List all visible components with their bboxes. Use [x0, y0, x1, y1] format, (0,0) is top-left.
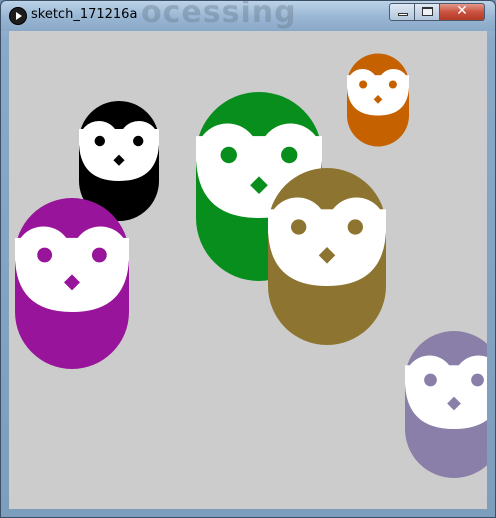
owl-eye-right [91, 247, 107, 263]
background-watermark-text: ocessing [141, 1, 297, 30]
sketch-canvas[interactable] [9, 31, 487, 509]
owl-eye-right [471, 373, 484, 387]
owl-eye-left [37, 247, 53, 263]
close-button[interactable]: ✕ [439, 3, 485, 21]
owl-eye-left [94, 135, 105, 147]
owl-olive [268, 168, 386, 345]
window-title: sketch_171216a [31, 7, 138, 22]
owl-olive-graphic [268, 168, 386, 345]
owl-eye-right [281, 146, 298, 164]
owl-eye-left [291, 219, 307, 235]
maximize-button[interactable] [414, 3, 440, 21]
maximize-icon [422, 7, 433, 16]
owl-orange-graphic [347, 53, 409, 147]
minimize-button[interactable] [389, 3, 415, 21]
owl-eye-left [220, 146, 237, 164]
title-bar[interactable]: ocessing sketch_171216a ✕ [1, 1, 495, 31]
owl-eye-left [359, 80, 368, 89]
owl-purple [15, 198, 129, 369]
owl-lavender [405, 331, 487, 478]
owl-eye-right [133, 135, 144, 147]
close-icon: ✕ [456, 3, 468, 19]
owl-eye-right [388, 80, 397, 89]
owl-eye-right [347, 219, 363, 235]
owl-eye-left [424, 373, 437, 387]
owl-lavender-graphic [405, 331, 487, 478]
minimize-icon [398, 13, 408, 16]
processing-app-icon[interactable] [9, 7, 27, 25]
owl-orange [347, 53, 409, 147]
app-window: ocessing sketch_171216a ✕ [0, 0, 496, 518]
owl-purple-graphic [15, 198, 129, 369]
